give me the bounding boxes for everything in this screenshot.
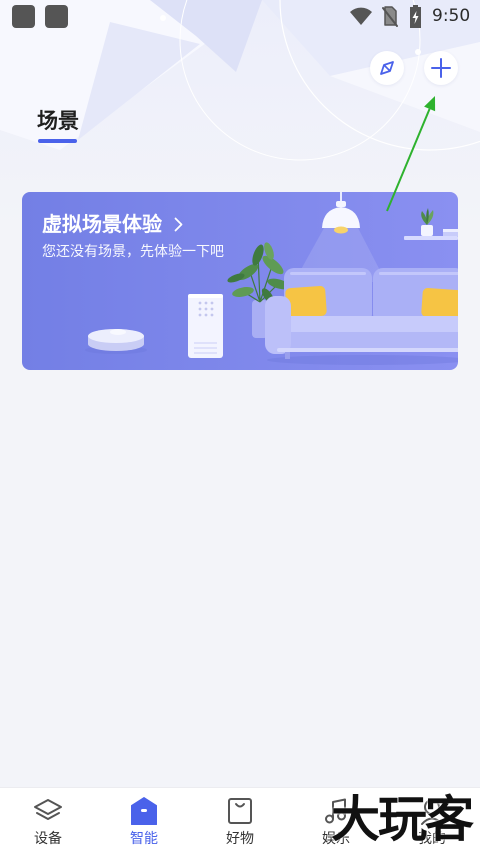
tab-scenes[interactable]: 场景 <box>37 109 79 134</box>
tab-label: 设备 <box>34 831 62 847</box>
status-time: 9:50 <box>432 6 471 26</box>
sofa-icon <box>265 268 458 365</box>
battery-charging-icon <box>410 5 421 28</box>
plus-icon <box>431 58 451 78</box>
notification-icon <box>12 5 35 28</box>
tab-goods[interactable]: 好物 <box>192 788 288 853</box>
layers-icon <box>32 796 64 826</box>
air-purifier-icon <box>188 294 223 358</box>
add-scene-button[interactable] <box>424 51 458 85</box>
tab-label: 好物 <box>226 831 254 847</box>
tab-active-indicator <box>38 139 77 143</box>
shopping-bag-icon <box>227 796 253 826</box>
no-sim-icon <box>382 6 398 27</box>
banner-subtitle: 您还没有场景，先体验一下吧 <box>42 244 224 260</box>
tab-label: 智能 <box>130 831 158 847</box>
compass-icon <box>380 61 394 75</box>
robot-vacuum-icon <box>85 329 147 354</box>
tab-devices[interactable]: 设备 <box>0 788 96 853</box>
tab-smart[interactable]: 智能 <box>96 788 192 853</box>
smart-home-icon <box>130 796 158 826</box>
wifi-icon <box>350 7 372 25</box>
virtual-scene-banner[interactable]: 虚拟场景体验 您还没有场景，先体验一下吧 <box>22 192 458 370</box>
wall-shelf-icon <box>404 208 458 240</box>
banner-title: 虚拟场景体验 <box>42 212 162 236</box>
pendant-lamp-icon <box>322 192 360 234</box>
watermark: 大玩客 <box>331 791 474 848</box>
scene-discover-button[interactable] <box>370 51 404 85</box>
chevron-right-icon <box>174 217 183 232</box>
notification-icon <box>45 5 68 28</box>
banner-title-row: 虚拟场景体验 <box>42 212 183 236</box>
